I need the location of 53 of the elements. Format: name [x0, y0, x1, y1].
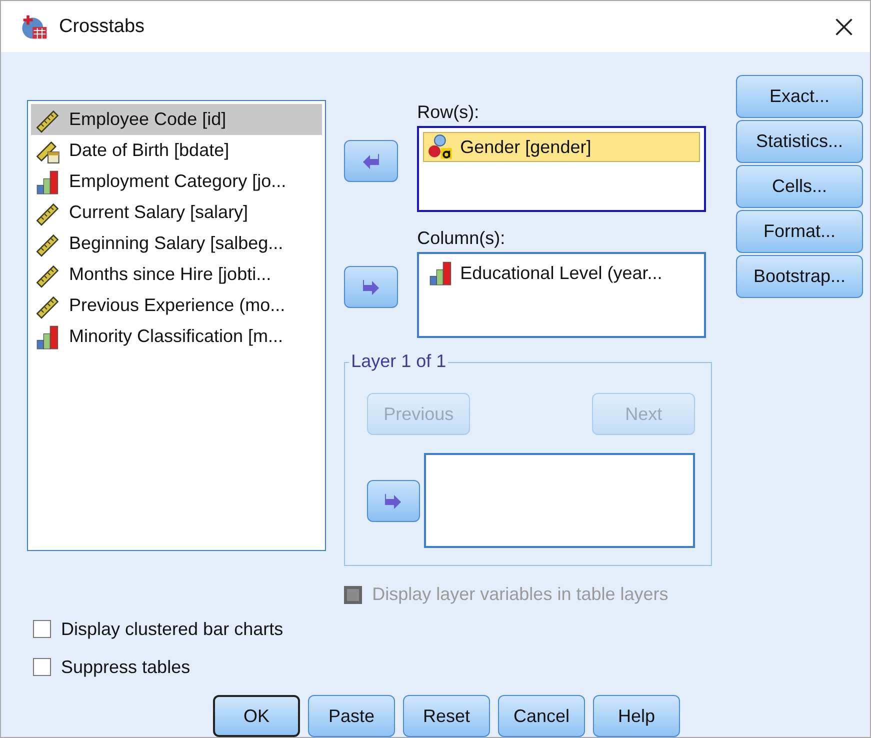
variable-label: Date of Birth [bdate] — [69, 140, 230, 161]
variable-label: Previous Experience (mo... — [69, 295, 286, 316]
dialog-button[interactable]: Paste — [308, 695, 395, 737]
variable-label: Employee Code [id] — [69, 109, 226, 130]
layer-title: Layer 1 of 1 — [349, 351, 448, 372]
dialog-button[interactable]: OK — [213, 695, 300, 737]
variable-label: Educational Level (year... — [460, 262, 662, 284]
variable-label: Minority Classification [m... — [69, 326, 284, 347]
columns-label: Column(s): — [417, 227, 506, 250]
right-arrow-icon — [361, 277, 382, 297]
checkbox[interactable] — [33, 620, 51, 638]
variable-list[interactable] — [27, 100, 326, 551]
variable-item[interactable]: Employee Code [id] — [31, 104, 322, 135]
checkbox-label: Display clustered bar charts — [61, 618, 284, 640]
rows-list[interactable]: Gender [gender] — [417, 126, 706, 212]
move-button[interactable] — [344, 266, 398, 308]
dialog-button[interactable]: Statistics... — [736, 120, 863, 163]
variable-label: Months since Hire [jobti... — [69, 264, 272, 285]
variable-item[interactable]: Beginning Salary [salbeg... — [31, 228, 322, 259]
move-button[interactable] — [344, 140, 398, 182]
close-icon — [835, 18, 853, 36]
variable-item[interactable]: Gender [gender] — [423, 132, 700, 162]
move-button[interactable] — [367, 480, 420, 522]
left-arrow-icon — [361, 151, 382, 171]
variable-label: Gender [gender] — [460, 136, 592, 158]
checkbox-label: Suppress tables — [61, 656, 190, 678]
dialog-button[interactable]: Exact... — [736, 75, 863, 118]
layer-list[interactable] — [424, 453, 696, 548]
variable-item[interactable]: Date of Birth [bdate] — [31, 135, 322, 166]
bar-chart-icon — [35, 324, 61, 350]
variable-item[interactable]: Educational Level (year... — [423, 258, 700, 288]
variable-item[interactable]: Current Salary [salary] — [31, 197, 322, 228]
window-title: Crosstabs — [59, 16, 146, 38]
variable-label: Employment Category [jo... — [69, 171, 286, 192]
variable-label: Current Salary [salary] — [69, 202, 248, 223]
variable-item[interactable]: Months since Hire [jobti... — [31, 259, 322, 290]
bar-chart-icon — [35, 168, 61, 194]
rows-label: Row(s): — [417, 101, 480, 124]
dialog-button[interactable]: Format... — [736, 210, 863, 253]
variable-label: Beginning Salary [salbeg... — [69, 233, 284, 254]
dialog-button[interactable]: Cells... — [736, 165, 863, 208]
checkbox[interactable] — [33, 658, 51, 676]
dialog-button[interactable]: Bootstrap... — [736, 255, 863, 298]
checkbox-label: Display layer variables in table layers — [372, 584, 668, 605]
variable-item[interactable]: Employment Category [jo... — [31, 166, 322, 197]
nominal-variable-icon — [428, 134, 454, 160]
dialog-button[interactable]: Reset — [403, 695, 490, 737]
dialog-button[interactable]: Cancel — [498, 695, 585, 737]
dialog-button[interactable]: Help — [593, 695, 680, 737]
variable-item[interactable]: Minority Classification [m... — [31, 321, 322, 352]
crosstabs-app-icon — [21, 12, 49, 40]
variable-item[interactable]: Previous Experience (mo... — [31, 290, 322, 321]
columns-list[interactable]: Educational Level (year... — [417, 252, 706, 338]
